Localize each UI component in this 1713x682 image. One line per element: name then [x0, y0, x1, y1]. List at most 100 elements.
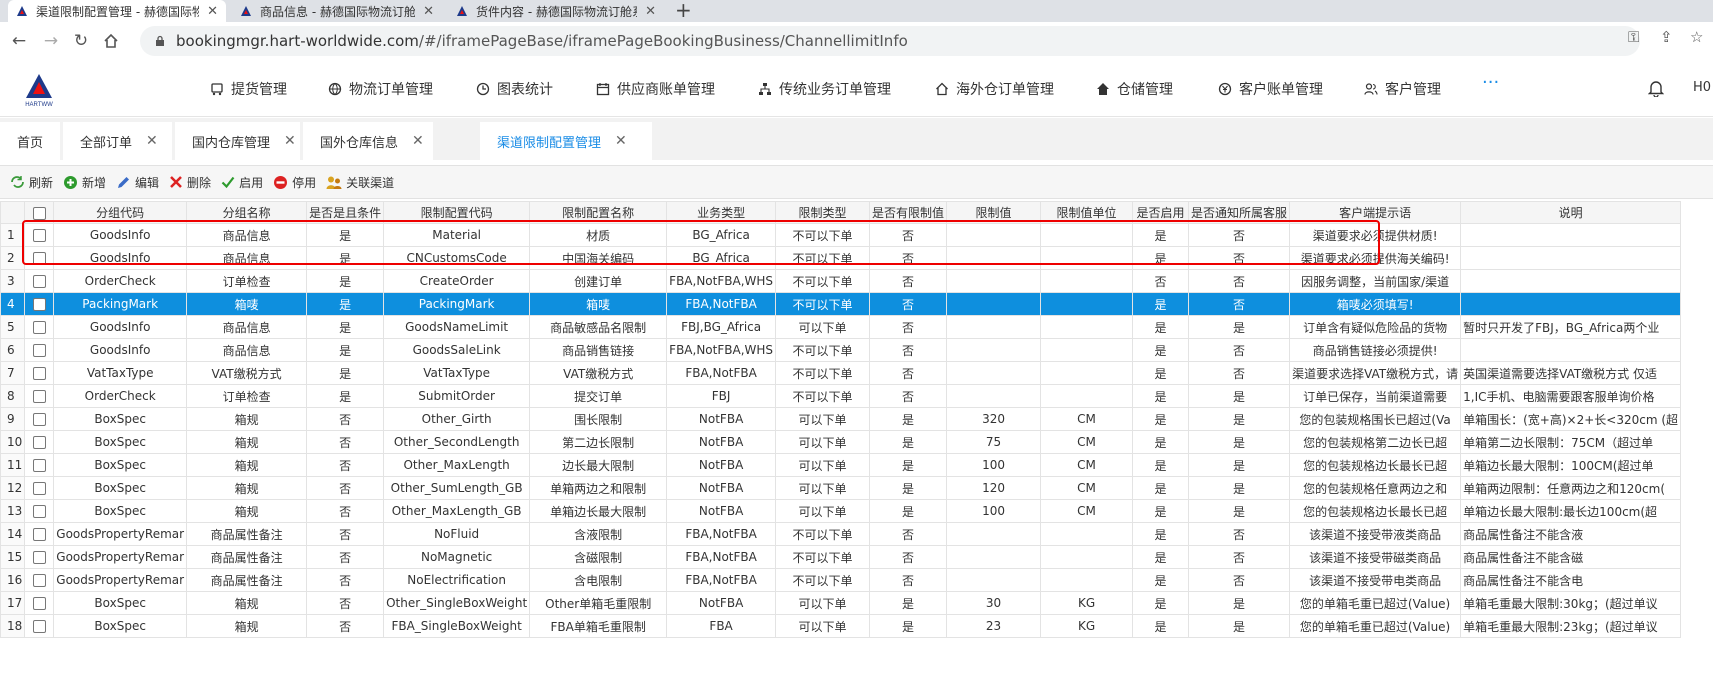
table-row[interactable]: 16 GoodsPropertyRemar 商品属性备注否 NoElectrifica… — [0, 568, 1682, 592]
new-tab-plus-icon[interactable]: + — [675, 0, 692, 22]
tab-domestic-warehouse[interactable]: 国内仓库管理 ✕ — [175, 122, 300, 160]
home-icon[interactable] — [98, 28, 124, 54]
refresh-button[interactable]: 刷新 — [10, 174, 53, 191]
menu-warehouse[interactable]: 仓储管理 — [1096, 60, 1173, 117]
close-icon[interactable]: ✕ — [645, 4, 656, 19]
table-row[interactable]: 17 BoxSpec 箱规否 Other_SingleBoxWeight Other单箱… — [0, 591, 1682, 615]
menu-overseas-warehouse[interactable]: 海外仓订单管理 — [935, 60, 1054, 117]
col-header[interactable]: 分组代码 — [53, 201, 188, 224]
close-icon[interactable]: ✕ — [146, 133, 158, 149]
tab-channel-limit-config[interactable]: 渠道限制配置管理 ✕ — [480, 122, 652, 160]
close-icon[interactable]: ✕ — [423, 4, 434, 19]
row-checkbox[interactable] — [24, 614, 55, 638]
col-header[interactable]: 是否启用 — [1132, 201, 1190, 224]
reload-icon[interactable]: ↻ — [68, 28, 94, 54]
row-checkbox[interactable] — [24, 338, 55, 362]
col-header[interactable]: 限制值 — [946, 201, 1042, 224]
back-arrow-icon[interactable]: ← — [6, 28, 32, 54]
col-header[interactable]: 客户端提示语 — [1289, 201, 1462, 224]
table-row[interactable]: 14 GoodsPropertyRemar 商品属性备注否 NoFluid 含液限制 FB… — [0, 522, 1682, 546]
close-icon[interactable]: ✕ — [284, 133, 296, 149]
table-row[interactable]: 15 GoodsPropertyRemar 商品属性备注否 NoMagnetic 含磁限… — [0, 545, 1682, 569]
more-menu-ellipsis[interactable]: ··· — [1482, 72, 1499, 93]
table-row[interactable]: 18 BoxSpec 箱规否 FBA_SingleBoxWeight FBA单箱毛重限制… — [0, 614, 1682, 638]
col-header[interactable]: 限制配置名称 — [529, 201, 668, 224]
enable-label: 启用 — [239, 175, 264, 190]
row-checkbox[interactable] — [24, 292, 55, 316]
table-cell: Material — [383, 223, 531, 247]
row-checkbox[interactable] — [24, 591, 55, 615]
menu-customer-bills[interactable]: 客户账单管理 — [1218, 60, 1323, 117]
table-row[interactable]: 8 OrderCheck 订单检查是 SubmitOrder 提交订单 FBJ 不可以下单否… — [0, 384, 1682, 408]
menu-pickup[interactable]: 提货管理 — [210, 60, 287, 117]
url-bar[interactable]: bookingmgr.hart-worldwide.com/#/iframePa… — [140, 26, 1640, 56]
bookmark-star-icon[interactable]: ☆ — [1690, 28, 1703, 46]
close-icon[interactable]: ✕ — [207, 4, 218, 19]
menu-customers[interactable]: 客户管理 — [1364, 60, 1441, 117]
row-checkbox[interactable] — [24, 246, 55, 270]
add-button[interactable]: 新增 — [63, 174, 106, 191]
link-channel-button[interactable]: 关联渠道 — [326, 174, 394, 191]
table-row[interactable]: 3 OrderCheck 订单检查是 CreateOrder 创建订单 FBA,NotFB… — [0, 269, 1682, 293]
key-icon[interactable]: ⚿ — [1628, 28, 1639, 46]
menu-charts[interactable]: 图表统计 — [476, 60, 553, 117]
browser-tab[interactable]: 货件内容 - 赫德国际物流订舱系统 ✕ — [448, 0, 664, 22]
tab-all-orders[interactable]: 全部订单 ✕ — [63, 122, 172, 160]
row-checkbox[interactable] — [24, 430, 55, 454]
col-header[interactable]: 限制类型 — [775, 201, 871, 224]
user-name[interactable]: H0 — [1693, 80, 1711, 95]
col-header[interactable]: 是否有限制值 — [869, 201, 948, 224]
enable-button[interactable]: 启用 — [221, 174, 263, 191]
col-header[interactable]: 是否通知所属客服 — [1188, 201, 1291, 224]
menu-traditional-orders[interactable]: 传统业务订单管理 — [758, 60, 891, 117]
row-checkbox[interactable] — [24, 568, 55, 592]
col-header[interactable]: 说明 — [1460, 201, 1682, 224]
browser-tab[interactable]: 商品信息 - 赫德国际物流订舱系统 ✕ — [232, 0, 442, 22]
row-checkbox[interactable] — [24, 545, 55, 569]
close-icon[interactable]: ✕ — [412, 133, 424, 149]
delete-button[interactable]: 删除 — [169, 174, 211, 191]
browser-tab-active[interactable]: 渠道限制配置管理 - 赫德国际物流 ✕ — [8, 0, 226, 22]
table-cell: NotFBA — [666, 591, 777, 615]
col-header[interactable]: 分组名称 — [186, 201, 308, 224]
row-checkbox[interactable] — [24, 361, 55, 385]
table-row[interactable]: 1 GoodsInfo 商品信息是 Material 材质 BG_Africa 不可以下单否… — [0, 223, 1682, 247]
table-row[interactable]: 13 BoxSpec 箱规否 Other_MaxLength_GB 单箱边长最大限制 No… — [0, 499, 1682, 523]
select-all-checkbox[interactable] — [24, 201, 55, 224]
col-header[interactable]: 业务类型 — [666, 201, 777, 224]
share-icon[interactable]: ⇪ — [1660, 28, 1673, 46]
forward-arrow-icon[interactable]: → — [38, 28, 64, 54]
row-checkbox[interactable] — [24, 522, 55, 546]
table-row[interactable]: 7 VatTaxType VAT缴税方式是 VatTaxType VAT缴税方式 FBA,… — [0, 361, 1682, 385]
col-header[interactable]: 限制值单位 — [1040, 201, 1134, 224]
table-cell: BG_Africa — [666, 223, 777, 247]
col-header[interactable]: 是否是且条件 — [306, 201, 385, 224]
row-checkbox[interactable] — [24, 407, 55, 431]
table-row[interactable]: 9 BoxSpec 箱规否 Other_Girth 围长限制 NotFBA 可以下单是 320… — [0, 407, 1682, 431]
table-row[interactable]: 5 GoodsInfo 商品信息是 GoodsNameLimit 商品敏感品名限制 FBJ… — [0, 315, 1682, 339]
row-checkbox[interactable] — [24, 384, 55, 408]
row-checkbox[interactable] — [24, 453, 55, 477]
row-number: 14 — [0, 522, 26, 546]
yen-circle-icon — [1218, 82, 1232, 95]
menu-supplier-bills[interactable]: 供应商账单管理 — [596, 60, 715, 117]
menu-logistics-orders[interactable]: 物流订单管理 — [328, 60, 433, 117]
tab-overseas-warehouse[interactable]: 国外仓库信息 ✕ — [303, 122, 433, 160]
bell-icon[interactable] — [1648, 80, 1664, 97]
row-checkbox[interactable] — [24, 499, 55, 523]
row-checkbox[interactable] — [24, 315, 55, 339]
table-row[interactable]: 6 GoodsInfo 商品信息是 GoodsSaleLink 商品销售链接 FBA,No… — [0, 338, 1682, 362]
tab-home[interactable]: 首页 — [0, 122, 60, 160]
table-row[interactable]: 10 BoxSpec 箱规否 Other_SecondLength 第二边长限制 NotF… — [0, 430, 1682, 454]
table-row[interactable]: 2 GoodsInfo 商品信息是 CNCustomsCode 中国海关编码 BG_Afr… — [0, 246, 1682, 270]
edit-button[interactable]: 编辑 — [116, 174, 159, 191]
row-checkbox[interactable] — [24, 269, 55, 293]
table-row[interactable]: 12 BoxSpec 箱规否 Other_SumLength_GB 单箱两边之和限制 No… — [0, 476, 1682, 500]
row-checkbox[interactable] — [24, 223, 55, 247]
col-header[interactable]: 限制配置代码 — [383, 201, 531, 224]
close-icon[interactable]: ✕ — [615, 133, 627, 149]
table-row[interactable]: 11 BoxSpec 箱规否 Other_MaxLength 边长最大限制 NotFBA 可… — [0, 453, 1682, 477]
table-row[interactable]: 4 PackingMark 箱唛是 PackingMark 箱唛 FBA,NotFBA 不可… — [0, 292, 1682, 316]
disable-button[interactable]: 停用 — [273, 174, 316, 191]
row-checkbox[interactable] — [24, 476, 55, 500]
